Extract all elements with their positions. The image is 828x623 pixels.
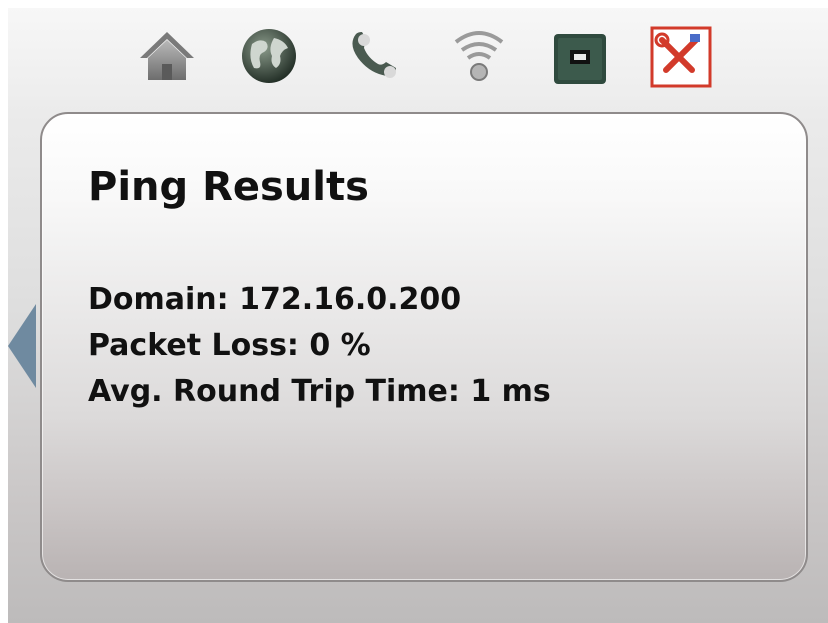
ping-results-card: Ping Results Domain: 172.16.0.200 Packet… xyxy=(40,112,808,582)
wifi-icon[interactable] xyxy=(448,22,510,88)
previous-arrow-icon[interactable] xyxy=(8,304,36,388)
packet-loss-text: Packet Loss: 0 % xyxy=(88,328,371,363)
ethernet-port-icon[interactable] xyxy=(548,22,610,88)
phone-icon[interactable] xyxy=(342,22,404,88)
icon-toolbar xyxy=(8,8,828,100)
page-title: Ping Results xyxy=(88,164,369,210)
globe-icon[interactable] xyxy=(238,22,300,88)
home-icon[interactable] xyxy=(136,22,198,88)
domain-text: Domain: 172.16.0.200 xyxy=(88,282,462,317)
tools-icon[interactable] xyxy=(650,22,712,88)
screen: Ping Results Domain: 172.16.0.200 Packet… xyxy=(8,8,828,623)
avg-rtt-text: Avg. Round Trip Time: 1 ms xyxy=(88,374,551,409)
